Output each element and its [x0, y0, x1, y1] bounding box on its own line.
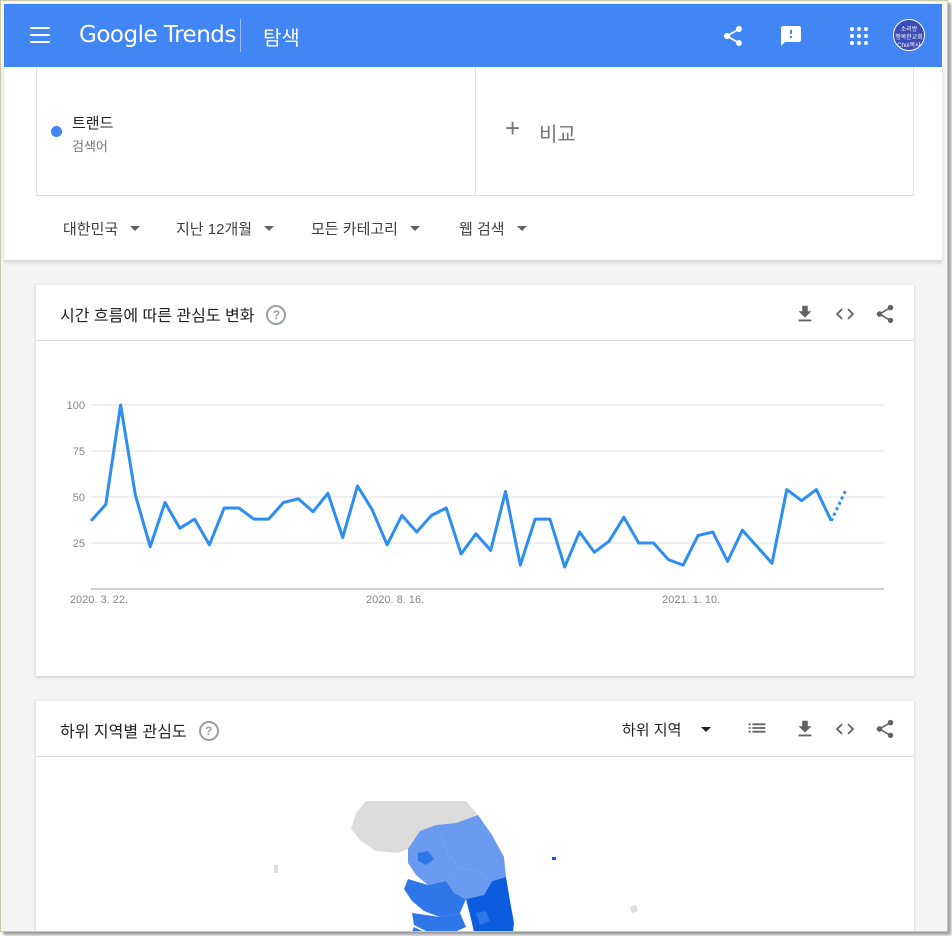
search-term-name[interactable]: 트랜드 [72, 112, 113, 133]
download-icon[interactable] [794, 718, 816, 740]
filter-label: 웹 검색 [459, 221, 505, 238]
x-tick-label: 2021. 1. 10. [662, 594, 720, 606]
account-avatar[interactable]: 소리방 행복한교회 Choi목사 [893, 19, 925, 51]
avatar-text-line: 행복한교회 [895, 35, 923, 41]
search-term-card[interactable]: 트랜드 검색어 [36, 67, 476, 196]
avatar-text-line: Choi목사 [897, 43, 921, 49]
x-tick-label: 2020. 3. 22. [70, 594, 128, 606]
explore-bar: 트랜드 검색어 + 비교 대한민국 지난 12개월 모든 카테고리 웹 검색 [4, 67, 942, 261]
filter-label: 모든 카테고리 [311, 221, 398, 238]
header-divider [240, 19, 241, 52]
interest-over-time-card: 시간 흐름에 따른 관심도 변화? 25 50 75 100 2020. 3. 22. 2… [36, 285, 914, 676]
app-bar: Google Trends 탐색 소리방 행복한교회 Choi목사 [4, 4, 942, 67]
apps-grid-icon[interactable] [847, 24, 871, 48]
dropdown-arrow-icon [516, 225, 527, 231]
partial-data-segment[interactable] [829, 488, 848, 522]
feedback-icon[interactable] [779, 24, 803, 48]
filter-time-range[interactable]: 지난 12개월 [176, 218, 275, 239]
term-color-dot [51, 126, 62, 137]
filter-label: 지난 12개월 [176, 221, 253, 238]
interest-line-chart[interactable]: 25 50 75 100 2020. 3. 22. 2020. 8. 16. 2021. 1… [36, 341, 914, 676]
dropdown-arrow-icon [409, 225, 420, 231]
filter-category[interactable]: 모든 카테고리 [311, 218, 420, 239]
y-tick-label: 50 [73, 492, 85, 504]
help-icon[interactable]: ? [198, 720, 219, 741]
menu-icon[interactable] [30, 27, 50, 43]
card-title-text: 시간 흐름에 따른 관심도 변화 [60, 308, 255, 325]
filter-search-type[interactable]: 웹 검색 [459, 218, 527, 239]
south-korea-region-map[interactable] [36, 801, 914, 932]
dropdown-arrow-icon [130, 225, 141, 231]
page-title: 탐색 [263, 28, 300, 50]
interest-over-time-title: 시간 흐름에 따른 관심도 변화? [60, 302, 287, 327]
card-title-text: 하위 지역별 관심도 [60, 724, 187, 741]
share-icon[interactable] [874, 718, 896, 740]
filter-label: 대한민국 [63, 221, 119, 238]
help-icon[interactable]: ? [266, 304, 287, 325]
filter-region[interactable]: 대한민국 [63, 218, 141, 239]
google-trends-logo[interactable]: Google Trends [79, 22, 236, 48]
embed-icon[interactable] [834, 718, 856, 740]
avatar-text-line: 소리방 [900, 27, 918, 33]
dropdown-arrow-icon [701, 726, 712, 732]
map-region-dokdo[interactable] [552, 857, 556, 860]
share-icon[interactable] [874, 303, 896, 325]
share-icon[interactable] [721, 24, 745, 48]
card-divider [36, 756, 914, 757]
dropdown-arrow-icon [264, 225, 275, 231]
region-level-select[interactable]: 하위 지역 [622, 719, 712, 740]
y-tick-label: 25 [73, 538, 85, 550]
download-icon[interactable] [794, 303, 816, 325]
y-tick-label: 75 [73, 446, 85, 458]
subregion-title: 하위 지역별 관심도? [60, 718, 219, 743]
y-tick-label: 100 [67, 400, 85, 412]
list-view-icon[interactable] [746, 717, 768, 739]
compare-label[interactable]: 비교 [539, 118, 576, 147]
x-tick-label: 2020. 8. 16. [366, 594, 424, 606]
subregion-card: 하위 지역별 관심도? 하위 지역 [36, 701, 914, 932]
select-value: 하위 지역 [622, 722, 682, 739]
app-window: Google Trends 탐색 소리방 행복한교회 Choi목사 트랜드 검색… [0, 0, 948, 932]
compare-card[interactable]: + 비교 [475, 67, 914, 196]
add-icon[interactable]: + [505, 115, 520, 141]
search-term-type: 검색어 [72, 139, 108, 154]
embed-icon[interactable] [834, 303, 856, 325]
